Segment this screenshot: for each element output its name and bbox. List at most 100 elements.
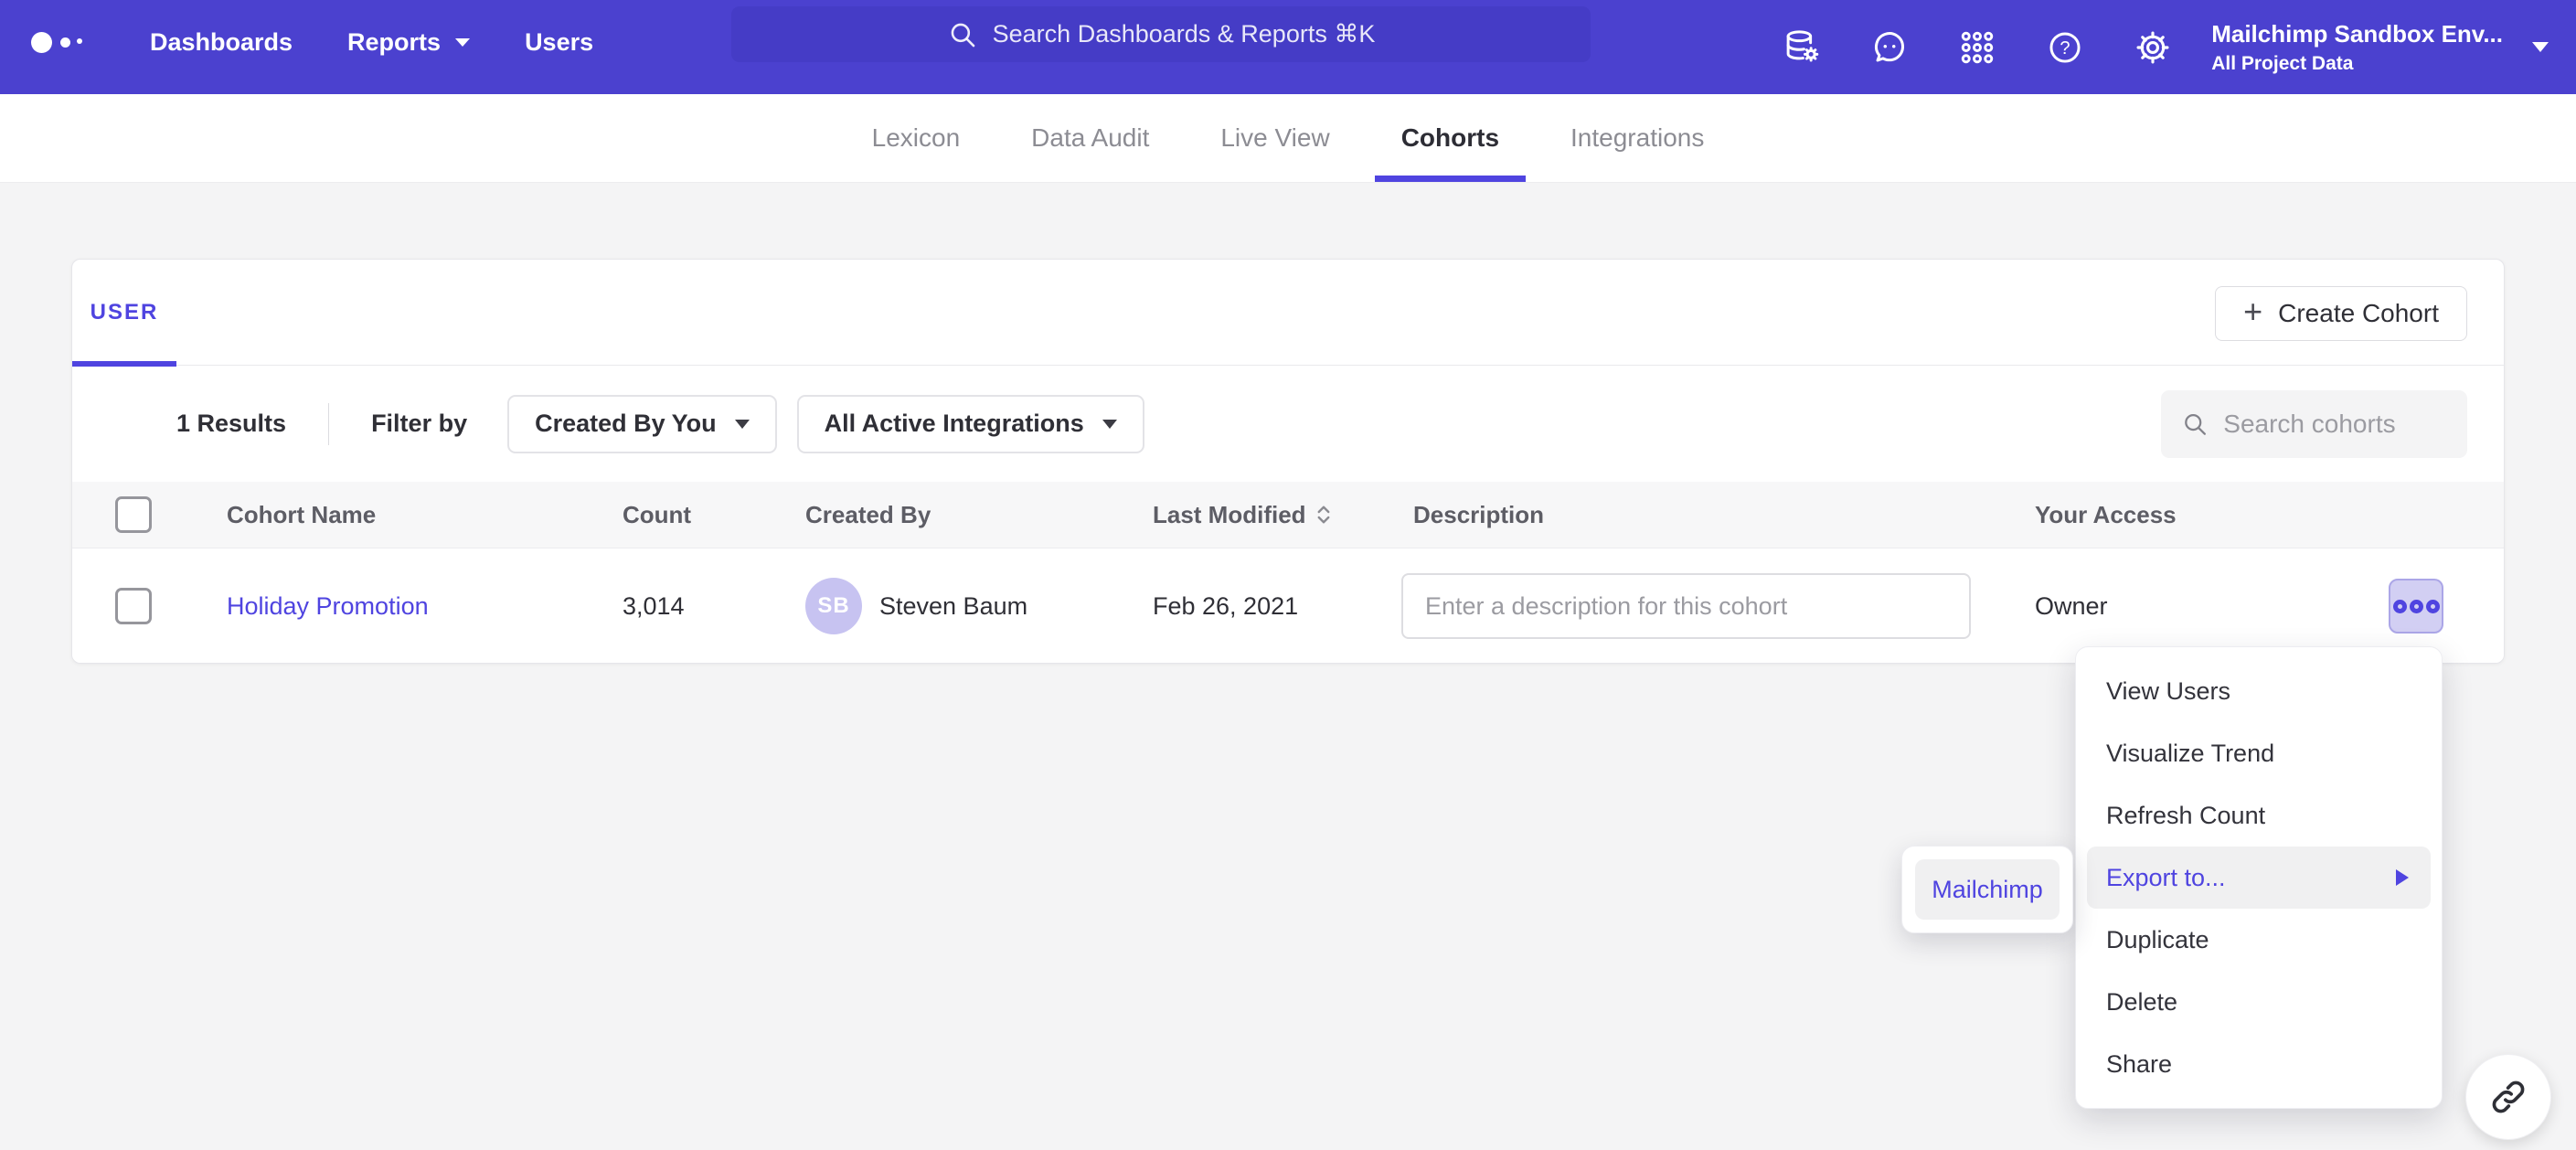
select-all-checkbox[interactable] bbox=[115, 496, 152, 533]
tab-user-cohorts[interactable]: USER bbox=[72, 260, 176, 366]
project-name: Mailchimp Sandbox Env... bbox=[2211, 20, 2503, 48]
topbar-right-cluster: ? Mailchimp Sandbox Env... All Project D… bbox=[1734, 0, 2549, 94]
search-icon bbox=[947, 19, 978, 50]
nav-item-dashboards[interactable]: Dashboards bbox=[122, 28, 320, 57]
created-by-filter-dropdown[interactable]: Created By You bbox=[507, 395, 777, 453]
primary-nav: Dashboards Reports Users bbox=[122, 28, 621, 57]
created-by-name: Steven Baum bbox=[879, 592, 1027, 621]
menu-item-duplicate[interactable]: Duplicate bbox=[2087, 909, 2431, 971]
project-scope: All Project Data bbox=[2211, 53, 2503, 75]
row-actions-menu-button[interactable] bbox=[2389, 579, 2443, 634]
column-header-created-by: Created By bbox=[805, 501, 1153, 529]
project-meta: Mailchimp Sandbox Env... All Project Dat… bbox=[2211, 20, 2503, 75]
global-search-bar[interactable]: Search Dashboards & Reports ⌘K bbox=[731, 6, 1591, 62]
chevron-down-icon bbox=[2532, 42, 2549, 52]
copy-link-floating-button[interactable] bbox=[2465, 1054, 2551, 1140]
menu-item-refresh-count[interactable]: Refresh Count bbox=[2087, 784, 2431, 847]
column-header-last-modified[interactable]: Last Modified bbox=[1153, 501, 1401, 529]
apps-grid-icon[interactable] bbox=[1957, 27, 1997, 68]
filter-by-label: Filter by bbox=[371, 410, 467, 438]
nav-label: Dashboards bbox=[150, 28, 293, 57]
submenu-item-label: Mailchimp bbox=[1932, 876, 2043, 904]
menu-item-label: Refresh Count bbox=[2106, 802, 2265, 830]
user-tab-label: USER bbox=[90, 300, 159, 325]
data-section-tabs: Lexicon Data Audit Live View Cohorts Int… bbox=[0, 94, 2576, 183]
cohort-description-input[interactable] bbox=[1401, 573, 1971, 639]
tab-label: Lexicon bbox=[872, 123, 961, 153]
feedback-icon[interactable] bbox=[1869, 27, 1910, 68]
cohort-search-input[interactable] bbox=[2223, 410, 2447, 439]
tab-cohorts[interactable]: Cohorts bbox=[1366, 94, 1535, 182]
submenu-arrow-icon bbox=[2396, 869, 2409, 886]
menu-item-label: View Users bbox=[2106, 677, 2230, 706]
menu-item-visualize-trend[interactable]: Visualize Trend bbox=[2087, 722, 2431, 784]
menu-item-delete[interactable]: Delete bbox=[2087, 971, 2431, 1033]
results-count: 1 Results bbox=[176, 410, 286, 438]
logo-dot bbox=[60, 37, 70, 48]
menu-item-label: Duplicate bbox=[2106, 926, 2209, 954]
cohorts-panel: USER + Create Cohort 1 Results Filter by… bbox=[71, 259, 2505, 664]
link-icon bbox=[2489, 1078, 2528, 1116]
nav-label: Reports bbox=[347, 28, 441, 57]
panel-header: USER + Create Cohort bbox=[72, 260, 2504, 366]
column-header-cohort-name: Cohort Name bbox=[227, 501, 623, 529]
submenu-item-mailchimp[interactable]: Mailchimp bbox=[1915, 859, 2060, 920]
divider bbox=[328, 403, 329, 445]
tab-live-view[interactable]: Live View bbox=[1185, 94, 1365, 182]
filter-value: Created By You bbox=[535, 410, 717, 438]
cohort-search-box bbox=[2161, 390, 2467, 458]
menu-item-label: Delete bbox=[2106, 988, 2177, 1017]
nav-label: Users bbox=[525, 28, 593, 57]
help-icon[interactable]: ? bbox=[2045, 27, 2085, 68]
menu-item-label: Visualize Trend bbox=[2106, 740, 2274, 768]
tab-data-audit[interactable]: Data Audit bbox=[995, 94, 1185, 182]
column-header-your-access: Your Access bbox=[2035, 501, 2378, 529]
create-cohort-label: Create Cohort bbox=[2278, 299, 2439, 328]
menu-item-share[interactable]: Share bbox=[2087, 1033, 2431, 1095]
column-header-label: Last Modified bbox=[1153, 501, 1306, 529]
mixpanel-logo-icon[interactable] bbox=[31, 32, 82, 53]
tab-integrations[interactable]: Integrations bbox=[1535, 94, 1740, 182]
chevron-down-icon bbox=[1102, 420, 1117, 429]
cohort-name-link[interactable]: Holiday Promotion bbox=[227, 592, 429, 620]
tab-lexicon[interactable]: Lexicon bbox=[836, 94, 996, 182]
filter-toolbar: 1 Results Filter by Created By You All A… bbox=[72, 366, 2504, 482]
menu-item-label: Share bbox=[2106, 1050, 2172, 1079]
export-submenu: Mailchimp bbox=[1901, 846, 2073, 933]
last-modified-date: Feb 26, 2021 bbox=[1153, 592, 1401, 621]
settings-gear-icon[interactable] bbox=[2133, 27, 2173, 68]
column-header-description: Description bbox=[1401, 501, 2035, 529]
access-level: Owner bbox=[2035, 592, 2378, 621]
data-management-icon[interactable] bbox=[1782, 27, 1822, 68]
row-checkbox[interactable] bbox=[115, 588, 152, 624]
nav-item-users[interactable]: Users bbox=[497, 28, 621, 57]
top-navigation-bar: Dashboards Reports Users Search Dashboar… bbox=[0, 0, 2576, 94]
menu-item-view-users[interactable]: View Users bbox=[2087, 660, 2431, 722]
chevron-down-icon bbox=[735, 420, 750, 429]
tab-label: Data Audit bbox=[1031, 123, 1149, 153]
integrations-filter-dropdown[interactable]: All Active Integrations bbox=[797, 395, 1144, 453]
create-cohort-button[interactable]: + Create Cohort bbox=[2215, 286, 2467, 341]
dot-icon bbox=[2393, 600, 2407, 613]
global-search-label: Search Dashboards & Reports ⌘K bbox=[993, 20, 1376, 48]
logo-dot bbox=[31, 32, 52, 53]
tab-label: Live View bbox=[1220, 123, 1329, 153]
project-switcher[interactable]: Mailchimp Sandbox Env... All Project Dat… bbox=[2211, 20, 2549, 75]
cohort-count: 3,014 bbox=[623, 592, 805, 621]
tab-label: Integrations bbox=[1570, 123, 1704, 153]
dot-icon bbox=[2426, 600, 2440, 613]
svg-text:?: ? bbox=[2060, 38, 2070, 59]
table-header-row: Cohort Name Count Created By Last Modifi… bbox=[72, 482, 2504, 548]
search-icon bbox=[2181, 408, 2209, 441]
menu-item-export-to[interactable]: Export to... bbox=[2087, 847, 2431, 909]
nav-item-reports[interactable]: Reports bbox=[320, 28, 497, 57]
avatar: SB bbox=[805, 578, 862, 634]
chevron-down-icon bbox=[455, 38, 470, 47]
tab-label: Cohorts bbox=[1401, 123, 1499, 153]
column-header-count: Count bbox=[623, 501, 805, 529]
dot-icon bbox=[2410, 600, 2423, 613]
menu-item-label: Export to... bbox=[2106, 864, 2226, 892]
row-actions-context-menu: View Users Visualize Trend Refresh Count… bbox=[2075, 646, 2443, 1109]
filter-value: All Active Integrations bbox=[825, 410, 1084, 438]
logo-dot bbox=[77, 38, 82, 44]
